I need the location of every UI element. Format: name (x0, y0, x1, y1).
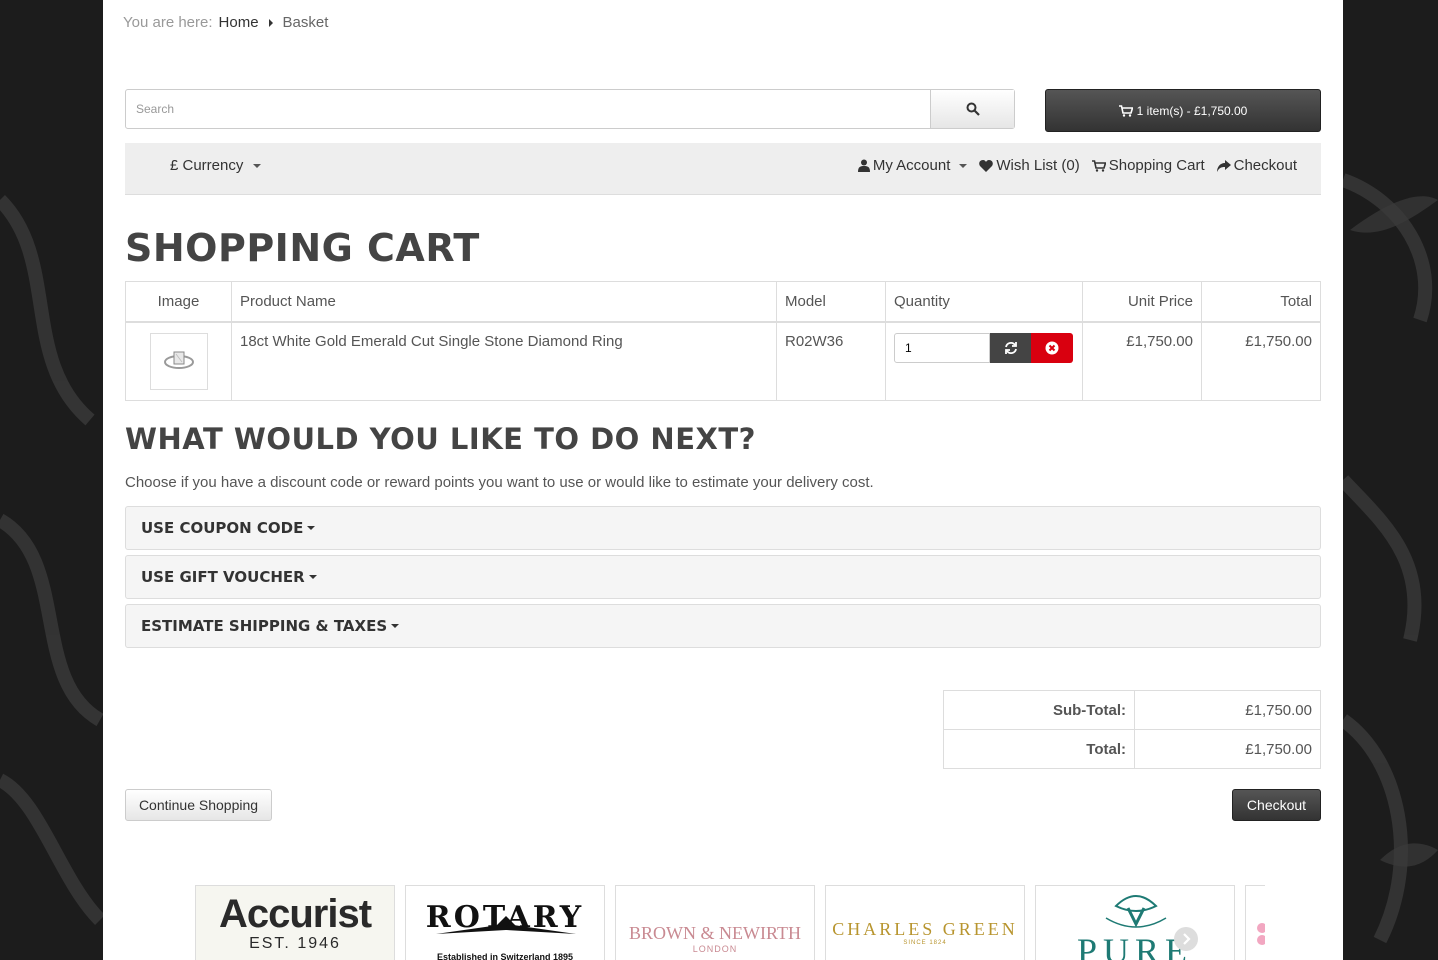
gift-voucher-panel[interactable]: USE GIFT VOUCHER (125, 555, 1321, 599)
table-row: 18ct White Gold Emerald Cut Single Stone… (125, 321, 1321, 401)
brand-logo-charles-green[interactable]: CHARLES GREEN SINCE 1824 (825, 885, 1025, 960)
my-account-label: My Account (872, 157, 951, 174)
brand-name: ROTARY (425, 900, 585, 935)
chevron-down-icon (307, 526, 316, 530)
user-icon (857, 159, 870, 172)
column-header: Quantity (885, 281, 1083, 323)
header-cart-button[interactable]: 1 item(s) - £1,750.00 (1045, 89, 1321, 132)
top-links: My Account Wish List (0) Shopping Cart C… (857, 157, 1297, 174)
quantity-input[interactable] (894, 332, 990, 363)
product-model: R02W36 (776, 321, 886, 401)
search-button[interactable] (930, 90, 1014, 128)
refresh-icon (1004, 341, 1017, 354)
search-icon (966, 102, 980, 116)
product-thumbnail[interactable] (149, 332, 208, 390)
totals-table: Sub-Total: £1,750.00 Total: £1,750.00 (943, 690, 1321, 769)
breadcrumb-basket-link[interactable]: Basket (283, 14, 329, 31)
header-cart-label: 1 item(s) - £1,750.00 (1136, 103, 1248, 118)
currency-label: £ Currency (170, 157, 244, 174)
search-bar (125, 89, 1015, 129)
estimate-shipping-label: ESTIMATE SHIPPING & TAXES (141, 617, 388, 635)
breadcrumb-prefix: You are here: (123, 14, 213, 31)
coupon-code-panel[interactable]: USE COUPON CODE (125, 506, 1321, 550)
brand-tagline: SINCE 1824 (903, 940, 947, 946)
table-row: Sub-Total: £1,750.00 (943, 690, 1321, 730)
checkout-button[interactable]: Checkout (1232, 789, 1321, 821)
brand-name: BROWN & NEWIRTH (629, 923, 801, 943)
chevron-down-icon (308, 575, 317, 579)
subtotal-label: Sub-Total: (943, 690, 1135, 730)
share-arrow-icon (1216, 159, 1231, 172)
total-value: £1,750.00 (1134, 729, 1321, 769)
brand-logo-accurist[interactable]: Accurist EST. 1946 (195, 885, 395, 960)
brand-name: CHARLES GREEN (832, 919, 1018, 939)
product-image-cell (125, 321, 232, 401)
ring-product-image (163, 351, 194, 369)
carousel-next-button[interactable] (1174, 927, 1198, 951)
column-header: Total (1201, 281, 1321, 323)
coupon-code-label: USE COUPON CODE (141, 519, 304, 537)
checkout-label: Checkout (1233, 157, 1297, 174)
search-input[interactable] (126, 90, 930, 128)
quantity-input-group (894, 332, 1074, 363)
brand-tagline: EST. 1946 (249, 935, 341, 952)
remove-item-button[interactable] (1031, 332, 1073, 363)
continue-shopping-button[interactable]: Continue Shopping (125, 789, 272, 821)
update-quantity-button[interactable] (990, 332, 1031, 363)
breadcrumb-separator-icon (268, 18, 273, 27)
chevron-right-icon (1183, 933, 1191, 945)
chevron-down-icon (253, 163, 262, 168)
row-total: £1,750.00 (1201, 321, 1321, 401)
heart-icon (979, 159, 994, 172)
brand-tagline: Established in Switzerland 1895 (436, 952, 574, 960)
page-container: You are here: Home Basket 1 item(s) - £1… (103, 0, 1343, 960)
brand-logo-brown-newirth[interactable]: BROWN & NEWIRTH LONDON (615, 885, 815, 960)
quantity-cell (885, 321, 1083, 401)
total-label: Total: (943, 729, 1135, 769)
my-account-dropdown[interactable]: My Account (857, 157, 968, 174)
unit-price: £1,750.00 (1082, 321, 1202, 401)
column-header: Product Name (231, 281, 777, 323)
breadcrumb: You are here: Home Basket (123, 14, 328, 31)
column-header: Image (125, 281, 232, 323)
gift-voucher-label: USE GIFT VOUCHER (141, 568, 305, 586)
pure-crown-icon (1105, 895, 1167, 928)
cart-icon (1118, 104, 1133, 117)
brand-logo-pure[interactable]: PURE (1035, 885, 1235, 960)
product-name-link[interactable]: 18ct White Gold Emerald Cut Single Stone… (231, 321, 777, 401)
estimate-shipping-panel[interactable]: ESTIMATE SHIPPING & TAXES (125, 604, 1321, 648)
next-section-title: WHAT WOULD YOU LIKE TO DO NEXT? (125, 422, 756, 456)
table-row: Total: £1,750.00 (943, 729, 1321, 769)
cart-table: Image Product Name Model Quantity Unit P… (125, 281, 1321, 401)
flower-logo-icon (1257, 923, 1265, 945)
brand-name: PURE (1076, 931, 1194, 960)
brand-logo-partial[interactable] (1245, 885, 1265, 960)
page-title: SHOPPING CART (125, 226, 480, 270)
brand-tagline: LONDON (692, 944, 738, 954)
shopping-cart-link[interactable]: Shopping Cart (1091, 157, 1205, 174)
brand-name: Accurist (218, 892, 372, 936)
next-section-description: Choose if you have a discount code or re… (125, 474, 874, 491)
wish-list-label: Wish List (0) (996, 157, 1080, 174)
brand-carousel: Accurist EST. 1946 ROTARY Established in… (195, 885, 1265, 960)
cart-table-header: Image Product Name Model Quantity Unit P… (125, 281, 1321, 323)
subtotal-value: £1,750.00 (1134, 690, 1321, 730)
chevron-down-icon (959, 163, 968, 168)
wish-list-link[interactable]: Wish List (0) (979, 157, 1080, 174)
breadcrumb-home-link[interactable]: Home (219, 14, 259, 31)
currency-dropdown[interactable]: £ Currency (170, 157, 262, 174)
cart-icon (1091, 159, 1106, 172)
chevron-down-icon (391, 624, 400, 628)
column-header: Unit Price (1082, 281, 1202, 323)
shopping-cart-label: Shopping Cart (1108, 157, 1205, 174)
checkout-link[interactable]: Checkout (1216, 157, 1297, 174)
top-navigation-bar: £ Currency My Account Wish List (0) Shop… (125, 143, 1321, 195)
close-circle-icon (1045, 341, 1059, 354)
column-header: Model (776, 281, 886, 323)
brand-logo-rotary[interactable]: ROTARY Established in Switzerland 1895 (405, 885, 605, 960)
